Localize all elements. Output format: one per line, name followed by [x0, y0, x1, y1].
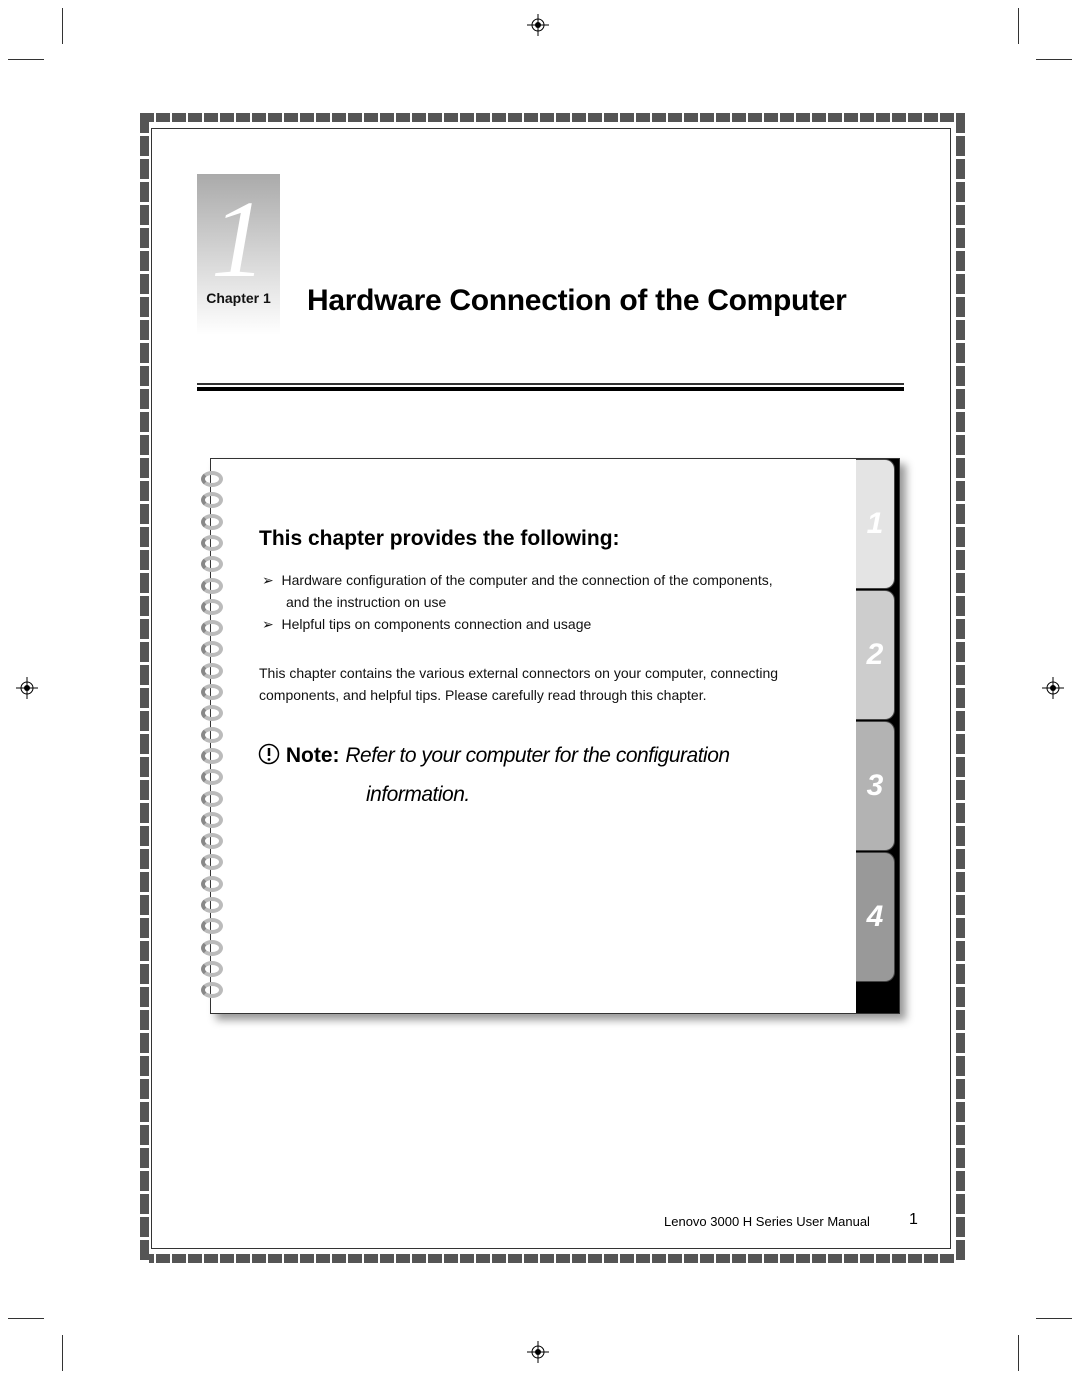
arrow-bullet-icon: ➢ — [262, 616, 274, 632]
spiral-ring — [201, 790, 223, 807]
spiral-ring — [201, 769, 223, 786]
registration-mark-icon — [527, 14, 549, 36]
spiral-ring — [201, 960, 223, 977]
crop-mark — [62, 8, 63, 44]
registration-mark-icon — [527, 1341, 549, 1363]
spiral-ring — [201, 534, 223, 551]
registration-mark-icon — [16, 677, 38, 699]
tab-chapter-2: 2 — [856, 590, 895, 720]
spiral-ring — [201, 726, 223, 743]
spiral-ring — [201, 684, 223, 700]
spiral-ring — [201, 811, 223, 828]
note-text: Refer to your computer for the configura… — [345, 744, 730, 767]
spiral-ring — [201, 918, 223, 935]
crop-mark — [62, 1335, 63, 1371]
spiral-ring — [201, 641, 223, 658]
tab-chapter-4: 4 — [856, 852, 895, 982]
spiral-ring — [201, 577, 223, 594]
spiral-ring — [201, 492, 223, 509]
spiral-ring — [201, 662, 223, 679]
frame-right — [956, 113, 965, 1263]
footer-manual-title: Lenovo 3000 H Series User Manual — [664, 1214, 870, 1229]
spiral-ring — [201, 705, 223, 722]
crop-mark — [1036, 1318, 1072, 1319]
exclamation-icon — [258, 743, 280, 765]
spiral-ring — [201, 833, 223, 850]
spiral-ring — [201, 471, 223, 487]
crop-mark — [1036, 59, 1072, 60]
crop-mark — [8, 59, 44, 60]
chapter-label: Chapter 1 — [206, 290, 271, 306]
spiral-ring — [201, 875, 223, 892]
chapter-number: 1 — [211, 178, 266, 300]
frame-left — [140, 113, 149, 1263]
spiral-ring — [201, 620, 223, 637]
crop-mark — [8, 1318, 44, 1319]
divider — [197, 383, 904, 385]
box-heading: This chapter provides the following: — [259, 527, 620, 550]
page-title: Hardware Connection of the Computer — [307, 284, 847, 317]
chapter-tabs: 1 2 3 4 — [856, 459, 899, 1013]
tab-chapter-1: 1 — [856, 459, 895, 589]
crop-mark — [1018, 1335, 1019, 1371]
spiral-ring — [201, 556, 223, 573]
spiral-ring — [201, 939, 223, 956]
paragraph: This chapter contains the various extern… — [259, 665, 779, 703]
spiral-ring — [201, 982, 223, 999]
spiral-ring — [201, 598, 223, 615]
note-label: Note: — [285, 744, 340, 767]
page-number: 1 — [909, 1211, 918, 1228]
spiral-ring — [201, 897, 223, 913]
registration-mark-icon — [1042, 677, 1064, 699]
arrow-bullet-icon: ➢ — [262, 572, 274, 588]
note: Note: Refer to your computer for the con… — [258, 736, 730, 814]
divider — [197, 387, 904, 391]
chapter-badge: 1 Chapter 1 — [197, 174, 280, 335]
frame-bottom — [140, 1254, 965, 1263]
spiral-ring — [201, 854, 223, 871]
crop-mark — [1018, 8, 1019, 44]
spiral-ring — [201, 513, 223, 530]
bullet-item: ➢ Hardware configuration of the computer… — [262, 572, 773, 632]
spiral-ring — [201, 747, 223, 764]
frame-top — [140, 113, 965, 122]
tab-chapter-3: 3 — [856, 721, 895, 851]
